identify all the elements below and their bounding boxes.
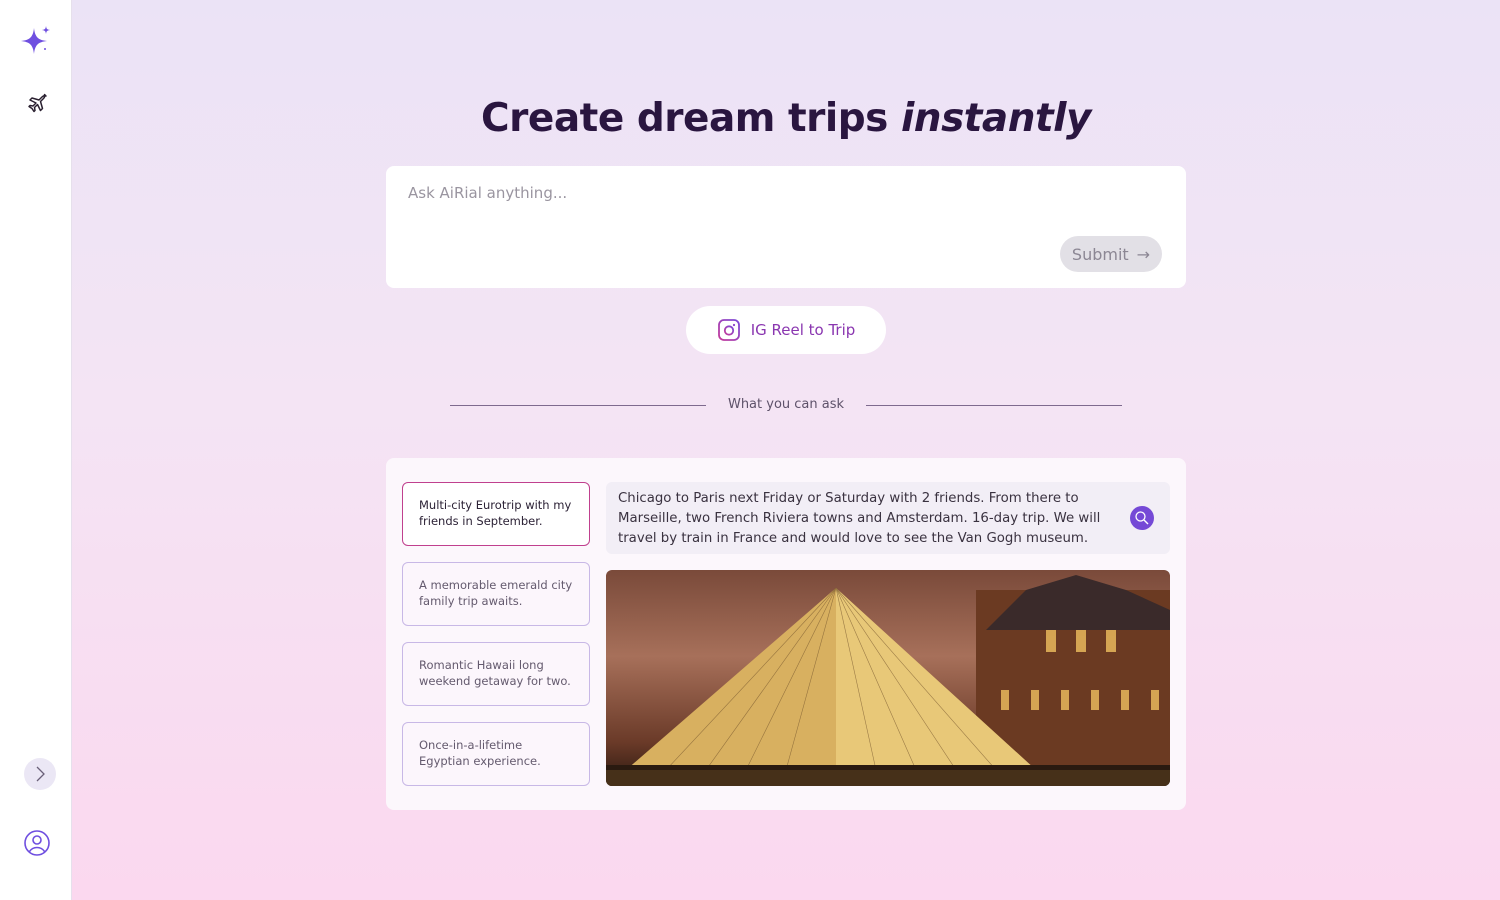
page-title: Create dream trips instantly [72,96,1500,141]
example-query-text: Chicago to Paris next Friday or Saturday… [618,491,1101,546]
submit-button[interactable]: Submit → [1060,236,1162,272]
example-card-eurotrip[interactable]: Multi-city Eurotrip with my friends in S… [402,482,590,546]
example-query: Chicago to Paris next Friday or Saturday… [606,482,1170,554]
submit-label: Submit [1071,244,1129,264]
section-label: What you can ask [727,397,845,412]
divider-right [866,405,1122,406]
example-card-emerald-city[interactable]: A memorable emerald city family trip awa… [402,562,590,626]
title-text: Create dream trips [481,96,901,141]
sparkle-logo-icon[interactable] [18,24,54,60]
ask-box: Submit → [386,166,1186,288]
examples-panel: Multi-city Eurotrip with my friends in S… [386,458,1186,810]
ig-reel-to-trip-button[interactable]: IG Reel to Trip [686,306,886,354]
title-emphasis: instantly [900,96,1092,141]
example-card-egypt[interactable]: Once-in-a-lifetime Egyptian experience. [402,722,590,786]
instagram-icon [717,319,740,341]
expand-sidebar-button[interactable] [24,758,56,790]
louvre-pyramid-photo [606,570,1170,786]
arrow-right-icon: → [1136,244,1151,264]
search-button[interactable] [1130,506,1154,530]
user-profile-icon[interactable] [22,828,52,858]
ask-input[interactable] [408,184,1048,224]
search-icon [1135,511,1149,525]
divider-left [450,405,706,406]
ig-button-label: IG Reel to Trip [750,321,856,339]
chevron-right-icon [36,766,45,782]
airplane-icon[interactable] [24,90,52,118]
sidebar [0,0,72,900]
example-card-hawaii[interactable]: Romantic Hawaii long weekend getaway for… [402,642,590,706]
